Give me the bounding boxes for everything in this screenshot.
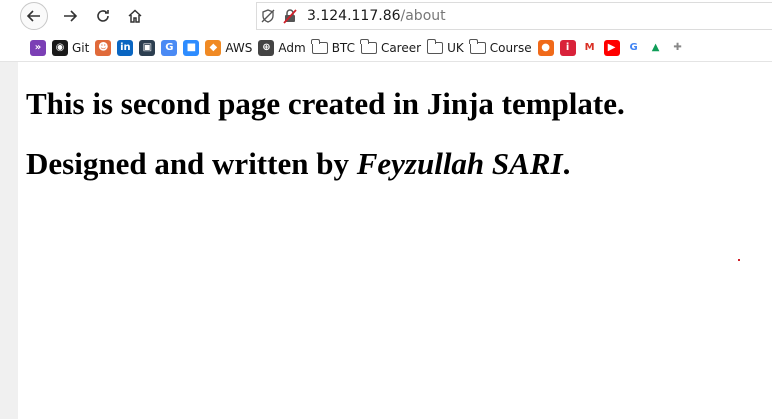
bookmark-career[interactable]: Career bbox=[360, 37, 422, 59]
linkedin-icon: in bbox=[117, 39, 134, 56]
bookmark-zoom[interactable]: ■ bbox=[183, 37, 200, 59]
bookmark-label: Career bbox=[380, 40, 422, 55]
red-app-icon: i bbox=[559, 39, 576, 56]
globe-icon: ⊕ bbox=[258, 39, 275, 56]
home-icon bbox=[128, 9, 142, 23]
bookmark-label: Git bbox=[72, 40, 90, 55]
puzzle-icon: ✚ bbox=[669, 39, 686, 56]
avatar-icon: ☻ bbox=[95, 39, 112, 56]
tracking-protection-icon[interactable] bbox=[257, 5, 279, 27]
bookmark-youtube[interactable]: ▶ bbox=[603, 37, 620, 59]
bookmark-avatar[interactable]: ☻ bbox=[95, 37, 112, 59]
bookmark-label: Course bbox=[489, 40, 532, 55]
bookmark-drive[interactable]: ▲ bbox=[647, 37, 664, 59]
forward-button[interactable] bbox=[56, 2, 84, 30]
gmail-icon: M bbox=[581, 39, 598, 56]
reload-button[interactable] bbox=[89, 2, 117, 30]
drive-icon: ▲ bbox=[647, 39, 664, 56]
bookmark-gmail[interactable]: M bbox=[581, 37, 598, 59]
address-bar[interactable]: 3.124.117.86/about bbox=[256, 2, 772, 30]
browser-toolbar: 3.124.117.86/about bbox=[0, 0, 772, 34]
bookmark-label: BTC bbox=[331, 40, 355, 55]
bookmark-arrow-app[interactable]: » bbox=[30, 37, 46, 59]
orange-circle-icon: ● bbox=[537, 39, 554, 56]
zoom-icon: ■ bbox=[183, 39, 200, 56]
folder-icon bbox=[311, 38, 328, 54]
translate-icon: G bbox=[161, 39, 178, 56]
lock-app-icon: ▣ bbox=[139, 39, 156, 56]
bookmark-uk[interactable]: UK bbox=[426, 37, 464, 59]
github-icon: ◉ bbox=[52, 39, 68, 56]
author-heading: Designed and written by Feyzullah SARI. bbox=[26, 146, 570, 182]
bookmark-translate[interactable]: G bbox=[161, 37, 178, 59]
reload-icon bbox=[97, 10, 109, 22]
bookmarks-bar: » ◉ Git ☻ in ▣ G ■ ◆ AWS ⊕ Adm BTC Career UK Course ● i M ▶… bbox=[0, 34, 772, 62]
bookmark-label: AWS bbox=[225, 40, 253, 55]
forward-arrow-icon bbox=[64, 10, 78, 22]
folder-icon bbox=[426, 38, 444, 54]
bookmark-orange-circle[interactable]: ● bbox=[537, 37, 554, 59]
author-name: Feyzullah SARI bbox=[356, 146, 563, 181]
url-path: /about bbox=[400, 8, 446, 24]
youtube-icon: ▶ bbox=[603, 39, 620, 56]
bookmark-label: Adm bbox=[278, 40, 306, 55]
author-prefix: Designed and written by bbox=[26, 146, 357, 181]
back-arrow-icon bbox=[26, 10, 40, 22]
google-icon: G bbox=[625, 39, 642, 56]
folder-icon bbox=[360, 38, 377, 54]
bookmark-aws[interactable]: ◆ AWS bbox=[205, 37, 252, 59]
aws-icon: ◆ bbox=[205, 39, 222, 56]
author-suffix: . bbox=[562, 146, 571, 181]
page-content: This is second page created in Jinja tem… bbox=[26, 62, 772, 419]
bookmark-puzzle[interactable]: ✚ bbox=[669, 37, 686, 59]
insecure-lock-icon[interactable] bbox=[279, 5, 301, 27]
sidebar-strip bbox=[0, 62, 18, 419]
bookmark-btc[interactable]: BTC bbox=[311, 37, 355, 59]
bookmark-git[interactable]: ◉ Git bbox=[52, 37, 89, 59]
bookmark-adm[interactable]: ⊕ Adm bbox=[258, 37, 306, 59]
bookmark-lock-app[interactable]: ▣ bbox=[139, 37, 156, 59]
bookmark-linkedin[interactable]: in bbox=[117, 37, 134, 59]
url-text[interactable]: 3.124.117.86/about bbox=[307, 8, 446, 24]
bookmark-label: UK bbox=[447, 40, 464, 55]
bookmark-google[interactable]: G bbox=[625, 37, 642, 59]
back-button[interactable] bbox=[20, 2, 48, 30]
home-button[interactable] bbox=[121, 2, 149, 30]
stray-dot bbox=[738, 259, 740, 261]
bookmark-red-app[interactable]: i bbox=[559, 37, 576, 59]
folder-icon bbox=[469, 38, 486, 54]
arrow-app-icon: » bbox=[30, 39, 46, 56]
bookmark-course[interactable]: Course bbox=[469, 37, 532, 59]
page-heading: This is second page created in Jinja tem… bbox=[26, 86, 625, 121]
url-host: 3.124.117.86 bbox=[307, 8, 401, 24]
